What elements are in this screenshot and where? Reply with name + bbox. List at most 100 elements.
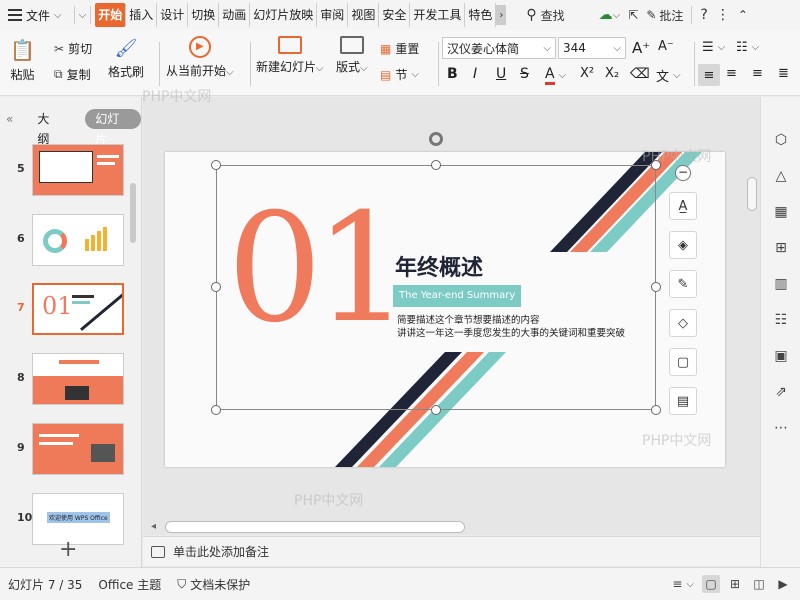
scroll-left-icon[interactable]: ◂ xyxy=(151,521,156,532)
reset-button[interactable]: ▦ 重置 xyxy=(380,40,419,57)
subscript-button[interactable]: X₂ xyxy=(605,66,619,81)
thumbnail-row-selected[interactable]: 7 01 xyxy=(0,283,128,339)
help-button[interactable]: ? xyxy=(696,3,711,27)
resize-handle-mr[interactable] xyxy=(651,282,661,292)
tab-review[interactable]: 审阅 xyxy=(317,3,349,27)
slide-canvas[interactable]: 01 年终概述 The Year-end Summary 简要描述这个章节想要描… xyxy=(165,152,725,467)
tab-home[interactable]: 开始 xyxy=(95,3,127,27)
horizontal-scrollbar[interactable] xyxy=(165,521,465,533)
add-slide-button[interactable]: + xyxy=(59,537,77,562)
increase-font-button[interactable]: A⁺ xyxy=(632,39,650,57)
reading-view-icon[interactable]: ◫ xyxy=(750,575,768,593)
normal-view-icon[interactable]: ▢ xyxy=(702,575,720,593)
border-button[interactable]: ▢ xyxy=(669,348,697,376)
vertical-scrollbar[interactable] xyxy=(747,177,757,211)
new-slide-button[interactable]: 新建幻灯片⌵ xyxy=(256,36,324,75)
tab-animations[interactable]: 动画 xyxy=(219,3,251,27)
text-style-button[interactable]: A̲ xyxy=(669,192,697,220)
brush-button[interactable]: ✎ xyxy=(669,270,697,298)
resize-handle-bm[interactable] xyxy=(431,405,441,415)
decrease-font-button[interactable]: A⁻ xyxy=(658,39,674,54)
style-icon[interactable]: △ xyxy=(772,167,790,185)
share-button[interactable]: ⇱ xyxy=(624,3,642,27)
collapse-panel-icon[interactable]: « xyxy=(6,112,13,126)
align-left-button[interactable]: ≡ xyxy=(698,64,720,86)
tab-outline[interactable]: 大纲 xyxy=(27,109,71,146)
resize-handle-tm[interactable] xyxy=(431,160,441,170)
resize-handle-br[interactable] xyxy=(651,405,661,415)
paste-button[interactable]: 📋 粘贴 xyxy=(10,38,35,83)
resize-handle-tl[interactable] xyxy=(211,160,221,170)
superscript-button[interactable]: X² xyxy=(580,66,594,81)
notes-toggle-icon[interactable]: ≡ xyxy=(668,575,686,593)
clear-format-button[interactable]: ⌫ xyxy=(630,66,650,82)
chevron-down-icon[interactable]: ⌵ xyxy=(686,579,694,590)
bullets-button[interactable]: ☰ ⌵ xyxy=(702,40,725,55)
tab-slides[interactable]: 幻灯片 xyxy=(85,109,141,146)
grid-icon[interactable]: ⊞ xyxy=(772,239,790,257)
notes-bar[interactable]: 单击此处添加备注 xyxy=(143,536,760,566)
file-menu[interactable]: 文件 ⌵ xyxy=(0,0,70,30)
bold-button[interactable]: B xyxy=(447,66,458,82)
align-right-button[interactable]: ≡ xyxy=(752,66,763,81)
phonetic-button[interactable]: 文 ⌵ xyxy=(656,66,681,85)
theme-name[interactable]: Office 主题 xyxy=(90,568,169,600)
rotate-handle[interactable] xyxy=(429,132,443,146)
export-icon[interactable]: ⇗ xyxy=(772,383,790,401)
tab-slideshow[interactable]: 幻灯片放映 xyxy=(250,3,318,27)
thumbnail-row[interactable]: 6 xyxy=(0,214,128,270)
resize-handle-bl[interactable] xyxy=(211,405,221,415)
font-size-select[interactable]: 344 ⌵ xyxy=(558,37,626,59)
protection-status[interactable]: ⛉ 文档未保护 xyxy=(169,568,258,600)
underline-button[interactable]: U xyxy=(496,66,506,82)
thumbnail-row[interactable]: 8 xyxy=(0,353,128,409)
tab-view[interactable]: 视图 xyxy=(348,3,380,27)
more-options-button[interactable]: ⋮ xyxy=(712,3,734,27)
chart-icon[interactable]: ▥ xyxy=(772,275,790,293)
format-painter-button[interactable]: 🖌 格式刷 xyxy=(108,38,144,80)
copy-button[interactable]: ⧉ 复制 xyxy=(54,66,91,83)
table-icon[interactable]: ▦ xyxy=(772,203,790,221)
resize-handle-tr[interactable] xyxy=(651,160,661,170)
tab-security[interactable]: 安全 xyxy=(379,3,411,27)
italic-button[interactable]: I xyxy=(473,66,477,82)
tab-transitions[interactable]: 切换 xyxy=(188,3,220,27)
thumbnail-row[interactable]: 5 xyxy=(0,144,128,200)
slide-thumbnail[interactable] xyxy=(32,353,124,405)
tab-design[interactable]: 设计 xyxy=(157,3,189,27)
panel-scrollbar[interactable] xyxy=(130,183,136,243)
settings-icon[interactable]: ☷ xyxy=(772,311,790,329)
shape-icon[interactable]: ⬡ xyxy=(772,131,790,149)
slide-thumbnail-selected[interactable]: 01 xyxy=(32,283,124,335)
align-center-button[interactable]: ≡ xyxy=(726,66,737,81)
cloud-sync-button[interactable]: ☁ ⌵ xyxy=(595,3,625,27)
search-button[interactable]: ⚲ 查找 xyxy=(522,3,568,27)
fill-button[interactable]: ◇ xyxy=(669,309,697,337)
quick-access-chevron-icon[interactable]: ⌵ xyxy=(79,10,87,21)
collapse-ribbon-button[interactable]: ⌃ xyxy=(734,3,752,27)
slide-thumbnail[interactable] xyxy=(32,214,124,266)
sorter-view-icon[interactable]: ⊞ xyxy=(726,575,744,593)
tab-features[interactable]: 特色 xyxy=(465,3,497,27)
text-box-button[interactable]: ▤ xyxy=(669,387,697,415)
cut-button[interactable]: ✂ 剪切 xyxy=(54,40,92,57)
font-color-button[interactable]: A ⌵ xyxy=(545,66,566,85)
numbering-button[interactable]: ☷ ⌵ xyxy=(736,40,759,55)
justify-button[interactable]: ≣ xyxy=(778,66,789,81)
slideshow-view-icon[interactable]: ▶ xyxy=(774,575,792,593)
layout-button[interactable]: 版式⌵ xyxy=(336,36,368,75)
tab-developer[interactable]: 开发工具 xyxy=(410,3,466,27)
image-icon[interactable]: ▣ xyxy=(772,347,790,365)
resize-handle-ml[interactable] xyxy=(211,282,221,292)
collapse-toolbar-button[interactable]: − xyxy=(675,165,691,181)
comment-button[interactable]: ✎ 批注 xyxy=(642,3,687,27)
strikethrough-button[interactable]: S xyxy=(520,66,529,82)
section-button[interactable]: ▤ 节 ⌵ xyxy=(380,66,419,83)
selection-box[interactable] xyxy=(216,165,656,410)
slide-thumbnail[interactable] xyxy=(32,423,124,475)
slide-thumbnail[interactable]: 欢迎使用 WPS Office xyxy=(32,493,124,545)
font-name-select[interactable]: 汉仪姜心体简 ⌵ xyxy=(442,37,556,59)
slide-thumbnail[interactable] xyxy=(32,144,124,196)
play-from-current-button[interactable]: ▶ 从当前开始⌵ xyxy=(166,36,234,79)
layers-button[interactable]: ◈ xyxy=(669,231,697,259)
